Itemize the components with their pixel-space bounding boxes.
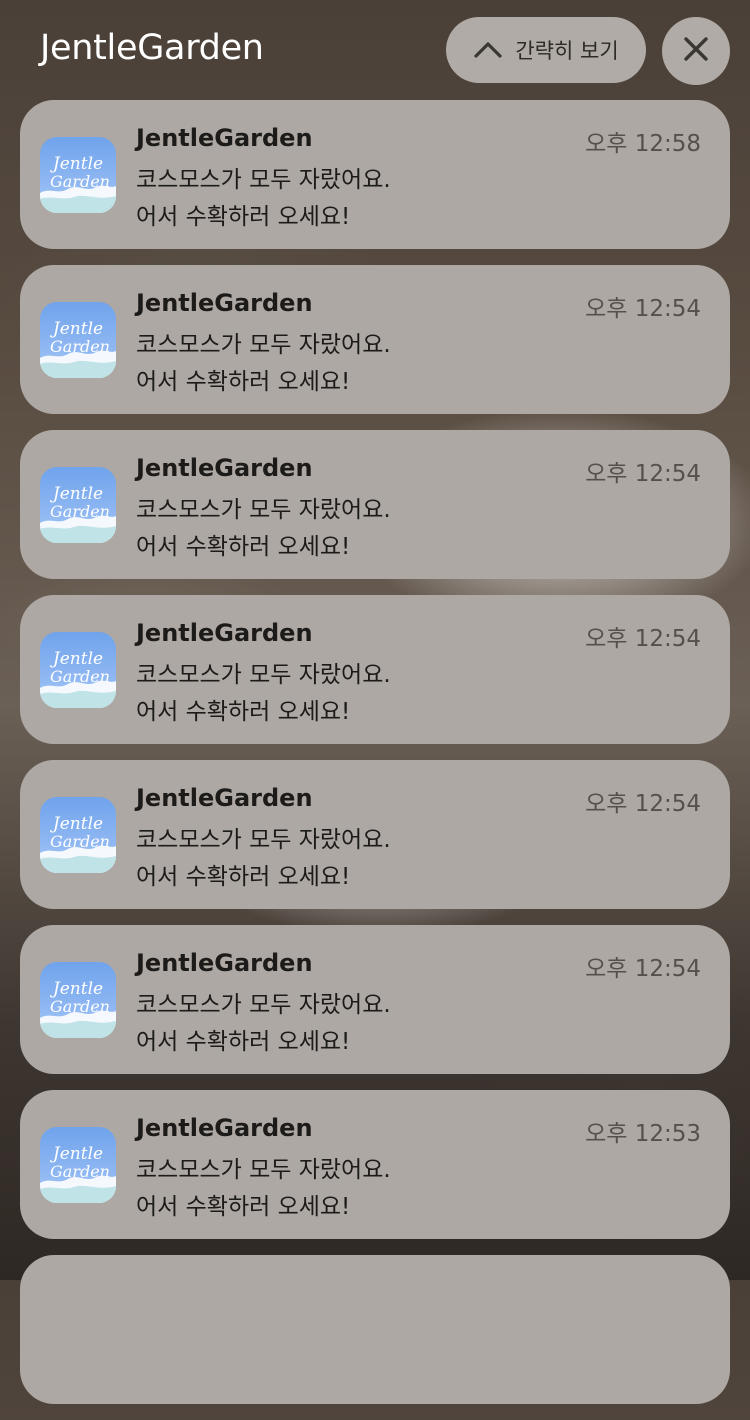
- notification-time: 오후 12:54: [585, 791, 701, 817]
- notification-card[interactable]: Jentle Garden JentleGarden 오후 12:54 코스모스…: [20, 430, 730, 579]
- notification-message-line1: 코스모스가 모두 자랐어요.: [136, 167, 391, 193]
- svg-text:Jentle: Jentle: [50, 484, 103, 504]
- notification-app-name: JentleGarden: [136, 289, 313, 317]
- notification-message-line1: 코스모스가 모두 자랐어요.: [136, 497, 391, 523]
- notification-card[interactable]: Jentle Garden JentleGarden 오후 12:54 코스모스…: [20, 265, 730, 414]
- notification-card-partial[interactable]: [20, 1255, 730, 1404]
- svg-text:Jentle: Jentle: [50, 319, 103, 339]
- notification-app-name: JentleGarden: [136, 619, 313, 647]
- close-button[interactable]: [662, 17, 730, 85]
- notification-card[interactable]: Jentle Garden JentleGarden 오후 12:53 코스모스…: [20, 1090, 730, 1239]
- notification-message-line2: 어서 수확하러 오세요!: [136, 699, 351, 725]
- notification-time: 오후 12:58: [585, 131, 701, 157]
- notification-time: 오후 12:54: [585, 461, 701, 487]
- svg-text:Jentle: Jentle: [50, 979, 103, 999]
- notification-app-name: JentleGarden: [136, 1114, 313, 1142]
- notification-message-line1: 코스모스가 모두 자랐어요.: [136, 332, 391, 358]
- group-title: JentleGarden: [40, 28, 264, 68]
- notification-message-line1: 코스모스가 모두 자랐어요.: [136, 1157, 391, 1183]
- jentlegarden-app-icon: Jentle Garden: [40, 797, 116, 873]
- notification-time: 오후 12:54: [585, 296, 701, 322]
- notification-message-line2: 어서 수확하러 오세요!: [136, 369, 351, 395]
- notification-message-line1: 코스모스가 모두 자랐어요.: [136, 662, 391, 688]
- svg-text:Jentle: Jentle: [50, 649, 103, 669]
- close-icon: [683, 36, 709, 66]
- jentlegarden-app-icon: Jentle Garden: [40, 137, 116, 213]
- jentlegarden-app-icon: Jentle Garden: [40, 632, 116, 708]
- notification-app-name: JentleGarden: [136, 124, 313, 152]
- notification-app-name: JentleGarden: [136, 784, 313, 812]
- notification-list: Jentle Garden JentleGarden 오후 12:58 코스모스…: [20, 100, 730, 1420]
- chevron-up-icon: [473, 40, 503, 60]
- svg-text:Garden: Garden: [50, 502, 110, 521]
- notification-card[interactable]: Jentle Garden JentleGarden 오후 12:54 코스모스…: [20, 925, 730, 1074]
- notification-message-line2: 어서 수확하러 오세요!: [136, 1029, 351, 1055]
- notification-message-line2: 어서 수확하러 오세요!: [136, 864, 351, 890]
- jentlegarden-app-icon: Jentle Garden: [40, 1127, 116, 1203]
- notification-message-line1: 코스모스가 모두 자랐어요.: [136, 992, 391, 1018]
- notification-time: 오후 12:53: [585, 1121, 701, 1147]
- svg-text:Garden: Garden: [50, 997, 110, 1016]
- jentlegarden-app-icon: Jentle Garden: [40, 302, 116, 378]
- show-less-label: 간략히 보기: [515, 39, 619, 63]
- notification-card[interactable]: Jentle Garden JentleGarden 오후 12:58 코스모스…: [20, 100, 730, 249]
- notification-card[interactable]: Jentle Garden JentleGarden 오후 12:54 코스모스…: [20, 595, 730, 744]
- svg-text:Jentle: Jentle: [50, 154, 103, 174]
- svg-text:Garden: Garden: [50, 667, 110, 686]
- jentlegarden-app-icon: Jentle Garden: [40, 467, 116, 543]
- notification-card[interactable]: Jentle Garden JentleGarden 오후 12:54 코스모스…: [20, 760, 730, 909]
- svg-text:Garden: Garden: [50, 1162, 110, 1181]
- notification-time: 오후 12:54: [585, 626, 701, 652]
- show-less-button[interactable]: 간략히 보기: [446, 17, 646, 83]
- notification-time: 오후 12:54: [585, 956, 701, 982]
- notification-app-name: JentleGarden: [136, 454, 313, 482]
- notification-group-header: JentleGarden 간략히 보기: [0, 0, 750, 100]
- notification-message-line2: 어서 수확하러 오세요!: [136, 1194, 351, 1220]
- notification-app-name: JentleGarden: [136, 949, 313, 977]
- notification-message-line2: 어서 수확하러 오세요!: [136, 204, 351, 230]
- svg-text:Jentle: Jentle: [50, 814, 103, 834]
- notification-message-line2: 어서 수확하러 오세요!: [136, 534, 351, 560]
- svg-text:Garden: Garden: [50, 172, 110, 191]
- svg-text:Garden: Garden: [50, 832, 110, 851]
- jentlegarden-app-icon: Jentle Garden: [40, 962, 116, 1038]
- notification-message-line1: 코스모스가 모두 자랐어요.: [136, 827, 391, 853]
- svg-text:Jentle: Jentle: [50, 1144, 103, 1164]
- svg-text:Garden: Garden: [50, 337, 110, 356]
